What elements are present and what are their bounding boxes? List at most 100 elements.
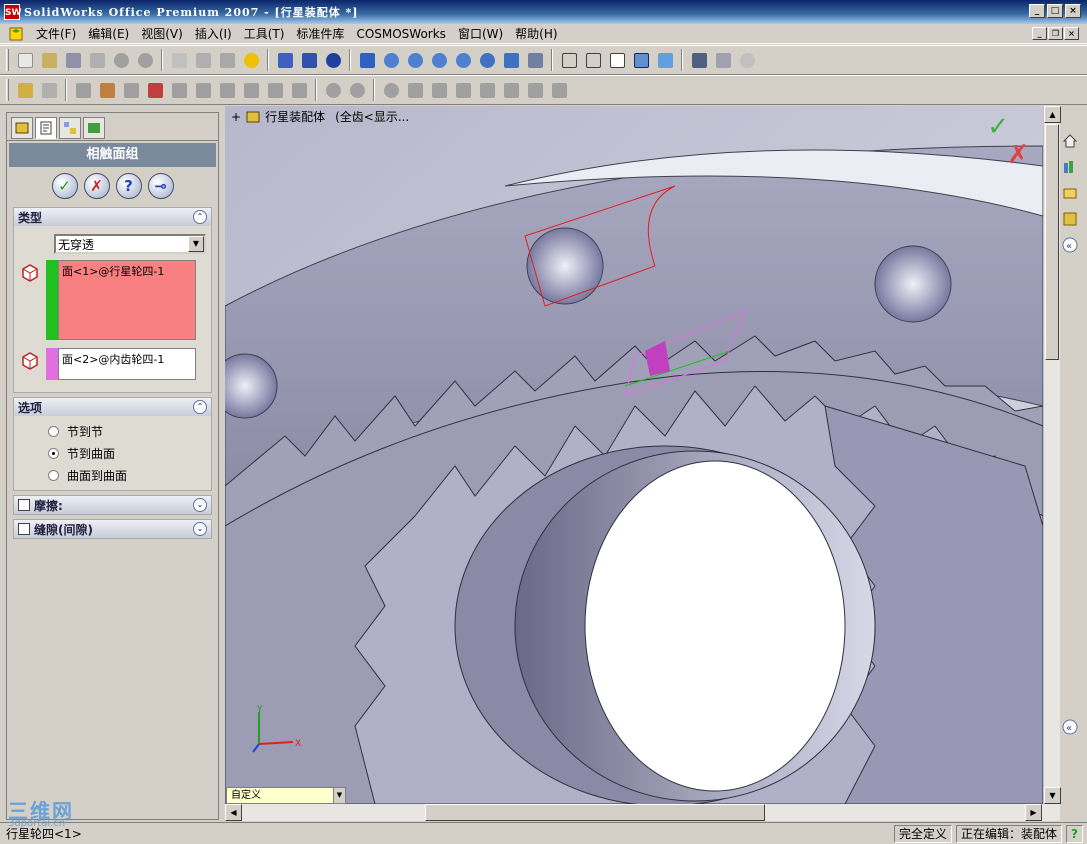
friction-checkbox[interactable]: [18, 499, 30, 511]
pan-icon[interactable]: [501, 50, 521, 70]
hidden-lines-icon[interactable]: [583, 50, 603, 70]
configuration-tab-icon[interactable]: [59, 117, 81, 139]
gear-model[interactable]: [225, 106, 1043, 804]
home-icon[interactable]: [1060, 130, 1080, 152]
cosmos-tab-icon[interactable]: [83, 117, 105, 139]
doc-restore-button[interactable]: ❐: [1048, 27, 1063, 40]
collapse-options-icon[interactable]: ⌃: [193, 400, 207, 414]
expand-clearance-icon[interactable]: ⌄: [193, 522, 207, 536]
interference-icon[interactable]: [193, 80, 213, 100]
view-selector[interactable]: 自定义 ▼: [226, 787, 346, 804]
confirm-cancel-icon[interactable]: ✗: [1007, 140, 1029, 170]
close-button[interactable]: ×: [1065, 4, 1081, 18]
search-icon[interactable]: [381, 80, 401, 100]
selection-box-2[interactable]: 面<2>@内齿轮四-1: [58, 348, 196, 380]
undo-icon[interactable]: [111, 50, 131, 70]
expand-friction-icon[interactable]: ⌄: [193, 498, 207, 512]
rebuild-icon[interactable]: [193, 50, 213, 70]
option-pitch-to-pitch[interactable]: 节到节: [18, 420, 207, 442]
shadows-icon[interactable]: [689, 50, 709, 70]
zoom-in-icon[interactable]: [429, 50, 449, 70]
menu-file[interactable]: 文件(F): [30, 25, 82, 43]
selection-box-1[interactable]: 面<1>@行星轮四-1: [58, 260, 196, 340]
standard-views-icon[interactable]: [525, 50, 545, 70]
sketch-circle-icon[interactable]: [501, 80, 521, 100]
maximize-button[interactable]: □: [1047, 4, 1063, 18]
minimize-button[interactable]: _: [1029, 4, 1045, 18]
feature-manager-tab-icon[interactable]: [11, 117, 33, 139]
sketch-line-icon[interactable]: [453, 80, 473, 100]
smart-dimension-icon[interactable]: [299, 50, 319, 70]
graphics-area[interactable]: + 行星装配体 (全齿<显示... ✓ ✗ Y X: [225, 106, 1043, 804]
view-orient-icon[interactable]: [357, 50, 377, 70]
breadcrumb-name[interactable]: 行星装配体: [265, 108, 325, 125]
chevron-down-icon[interactable]: ▼: [188, 236, 204, 252]
confirm-ok-icon[interactable]: ✓: [987, 112, 1009, 142]
menu-toolbox[interactable]: 标准件库: [290, 25, 350, 43]
zoom-fit-icon[interactable]: [381, 50, 401, 70]
new-icon[interactable]: [15, 50, 35, 70]
smart-fasteners-icon[interactable]: [145, 80, 165, 100]
chevron-down-icon[interactable]: ▼: [333, 788, 345, 803]
zoom-select-icon[interactable]: [453, 50, 473, 70]
shaded-icon[interactable]: [655, 50, 675, 70]
sketch-trim-icon[interactable]: [549, 80, 569, 100]
collapse-type-icon[interactable]: ⌃: [193, 210, 207, 224]
option-surface-to-surface[interactable]: 曲面到曲面: [18, 464, 207, 486]
options-icon[interactable]: [217, 50, 237, 70]
rotate-icon[interactable]: [477, 50, 497, 70]
sketch-rect-icon[interactable]: [477, 80, 497, 100]
hide-show-icon[interactable]: [217, 80, 237, 100]
option-pitch-to-surface[interactable]: 节到曲面: [18, 442, 207, 464]
mate-icon[interactable]: [323, 50, 343, 70]
mate-dropdown-icon[interactable]: [39, 80, 59, 100]
hidden-removed-icon[interactable]: [607, 50, 627, 70]
menu-help[interactable]: 帮助(H): [509, 25, 563, 43]
shaded-edges-icon[interactable]: [631, 50, 651, 70]
design-library-icon[interactable]: [1060, 156, 1080, 178]
scroll-up-icon[interactable]: ▲: [1044, 106, 1061, 123]
sketch-icon[interactable]: [275, 50, 295, 70]
menu-window[interactable]: 窗口(W): [452, 25, 509, 43]
redo-icon[interactable]: [135, 50, 155, 70]
open-icon[interactable]: [39, 50, 59, 70]
physical-simulation-icon[interactable]: [289, 80, 309, 100]
menu-tools[interactable]: 工具(T): [238, 25, 291, 43]
horizontal-scroll-thumb[interactable]: [425, 804, 765, 821]
vertical-scroll-thumb[interactable]: [1045, 124, 1059, 360]
print-icon[interactable]: [87, 50, 107, 70]
menu-view[interactable]: 视图(V): [135, 25, 189, 43]
horizontal-scrollbar[interactable]: ◀ ▶: [225, 804, 1060, 821]
status-help[interactable]: ?: [1066, 824, 1083, 843]
doc-minimize-button[interactable]: _: [1032, 27, 1047, 40]
view-palette-icon[interactable]: [1060, 208, 1080, 230]
save-icon[interactable]: [63, 50, 83, 70]
scroll-left-icon[interactable]: ◀: [225, 804, 242, 821]
file-explorer-icon[interactable]: [1060, 182, 1080, 204]
menu-insert[interactable]: 插入(I): [189, 25, 238, 43]
select-icon[interactable]: [169, 50, 189, 70]
rotate-component-icon[interactable]: [121, 80, 141, 100]
edit-component-icon[interactable]: [265, 80, 285, 100]
zoom-area-icon[interactable]: [405, 50, 425, 70]
scroll-right-icon[interactable]: ▶: [1025, 804, 1042, 821]
expand-pane-icon[interactable]: «: [1060, 234, 1080, 256]
move-component-icon[interactable]: [97, 80, 117, 100]
vertical-scrollbar[interactable]: ▲ ▼: [1043, 106, 1061, 804]
ok-button[interactable]: ✓: [51, 173, 78, 199]
realview-icon[interactable]: [737, 50, 757, 70]
wireframe-icon[interactable]: [559, 50, 579, 70]
section-view-icon[interactable]: [713, 50, 733, 70]
change-transparency-icon[interactable]: [241, 80, 261, 100]
insert-component-icon[interactable]: [15, 80, 35, 100]
cancel-button[interactable]: ✗: [83, 173, 110, 199]
help-icon[interactable]: [241, 50, 261, 70]
scroll-down-icon[interactable]: ▼: [1044, 787, 1061, 804]
bom-icon[interactable]: [405, 80, 425, 100]
expand-tree-icon[interactable]: +: [231, 110, 241, 124]
reference-geometry-icon[interactable]: [347, 80, 367, 100]
assembly-features-icon[interactable]: [323, 80, 343, 100]
menu-edit[interactable]: 编辑(E): [82, 25, 135, 43]
exploded-view-icon[interactable]: [169, 80, 189, 100]
menu-cosmosworks[interactable]: COSMOSWorks: [350, 25, 452, 43]
